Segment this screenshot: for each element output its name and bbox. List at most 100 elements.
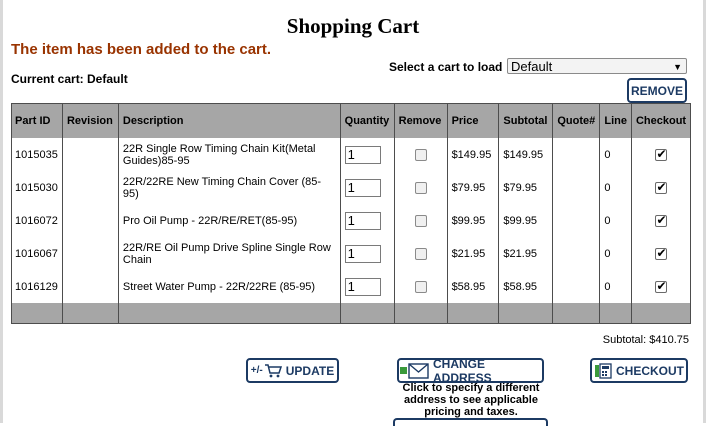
price: $79.95 (446, 171, 499, 204)
cart-glyph (264, 363, 282, 377)
revision (61, 138, 119, 171)
checkout-cell: ✔ (630, 171, 691, 204)
checkout-cell: ✔ (630, 270, 691, 303)
remove-cell (393, 138, 448, 171)
column-header: Checkout (630, 103, 691, 138)
remove-cell (393, 270, 448, 303)
remove-cell (393, 237, 448, 270)
quantity-cell (339, 171, 395, 204)
column-header: Line (599, 103, 632, 138)
quantity-cell (339, 138, 395, 171)
checkout-checkbox[interactable]: ✔ (655, 214, 668, 227)
checkout-button[interactable]: CHECKOUT (590, 358, 688, 383)
revision (61, 270, 119, 303)
part-id: 1016067 (15, 247, 58, 260)
table-row: 1016072 Pro Oil Pump - 22R/RE/RET(85-95)… (11, 204, 691, 237)
change-address-hint: Click to specify a different address to … (402, 382, 540, 418)
quantity-cell (339, 204, 395, 237)
checkout-label: CHECKOUT (616, 363, 684, 378)
revision (61, 237, 119, 270)
column-header: Price (446, 103, 499, 138)
price: $21.95 (446, 237, 499, 270)
checkout-cell: ✔ (630, 204, 691, 237)
cart-icon: +/- (250, 363, 282, 378)
quote (552, 204, 600, 237)
quantity-input[interactable] (344, 145, 381, 164)
quantity-input[interactable] (344, 244, 381, 263)
line: 0 (599, 138, 632, 171)
part-id: 1015035 (15, 148, 58, 161)
checkout-checkbox[interactable]: ✔ (655, 247, 668, 260)
quote (552, 270, 600, 303)
change-address-label: CHANGE ADDRESS (433, 356, 492, 385)
line: 0 (599, 237, 632, 270)
price: $99.95 (446, 204, 499, 237)
column-header: Description (117, 103, 341, 138)
quote (552, 138, 600, 171)
cart-subtotal: Subtotal: $410.75 (602, 334, 689, 346)
subtotal: $21.95 (498, 237, 553, 270)
quote (552, 237, 600, 270)
remove-checkbox[interactable] (414, 280, 427, 293)
column-header: Revision (61, 103, 119, 138)
table-row: 1015035 22R Single Row Timing Chain Kit(… (11, 138, 691, 171)
quantity-input[interactable] (344, 277, 381, 296)
description: Pro Oil Pump - 22R/RE/RET(85-95) (117, 204, 341, 237)
line: 0 (599, 171, 632, 204)
update-label: UPDATE (285, 363, 335, 378)
cart-table: Part ID Revision Description Quantity Re… (11, 103, 691, 323)
remove-cell (393, 204, 448, 237)
checkout-checkbox[interactable]: ✔ (655, 181, 668, 194)
part-id: 1016129 (15, 280, 58, 293)
dropdown-arrow-icon: ▼ (673, 62, 682, 72)
envelope-icon (399, 362, 429, 379)
subtotal: $58.95 (498, 270, 553, 303)
checkout-checkbox[interactable]: ✔ (655, 280, 668, 293)
cart-select-value: Default (511, 59, 553, 74)
checkout-checkbox[interactable]: ✔ (655, 148, 668, 161)
partial-button-edge (393, 418, 548, 426)
column-header: Remove (393, 103, 448, 138)
revision (61, 171, 119, 204)
current-cart-label: Current cart: Default (11, 72, 128, 86)
quantity-input[interactable] (344, 178, 381, 197)
line: 0 (599, 270, 632, 303)
status-message: The item has been added to the cart. (11, 41, 272, 58)
remove-checkbox[interactable] (414, 181, 427, 194)
update-prefix: +/- (250, 365, 263, 376)
description: 22R/RE Oil Pump Drive Spline Single Row … (117, 237, 341, 270)
remove-checkbox[interactable] (414, 214, 427, 227)
subtotal: $79.95 (498, 171, 553, 204)
description: 22R Single Row Timing Chain Kit(Metal Gu… (117, 138, 341, 171)
part-id: 1016072 (15, 214, 58, 227)
update-button[interactable]: +/- UPDATE (246, 358, 339, 383)
line: 0 (599, 204, 632, 237)
cart-select[interactable]: Default ▼ (507, 58, 687, 74)
calculator-glyph (595, 362, 612, 379)
subtotal: $99.95 (498, 204, 553, 237)
quantity-cell (339, 270, 395, 303)
page-left-edge (0, 0, 3, 423)
change-address-button[interactable]: CHANGE ADDRESS (397, 356, 544, 385)
price: $149.95 (446, 138, 499, 171)
table-row: 1016067 22R/RE Oil Pump Drive Spline Sin… (11, 237, 691, 270)
table-row: 1015030 22R/22RE New Timing Chain Cover … (11, 171, 691, 204)
page-title: Shopping Cart (286, 14, 420, 38)
remove-checkbox[interactable] (414, 148, 427, 161)
table-footer-row (11, 303, 691, 323)
description: Street Water Pump - 22R/22RE (85-95) (117, 270, 341, 303)
column-header: Quote# (552, 103, 600, 138)
cart-select-label: Select a cart to load (389, 60, 503, 74)
remove-checkbox[interactable] (414, 247, 427, 260)
table-row: 1016129 Street Water Pump - 22R/22RE (85… (11, 270, 691, 303)
remove-button[interactable]: REMOVE (627, 78, 687, 103)
quantity-input[interactable] (344, 211, 381, 230)
column-header: Subtotal (498, 103, 553, 138)
column-header: Part ID (11, 103, 63, 138)
description: 22R/22RE New Timing Chain Cover (85-95) (117, 171, 341, 204)
revision (61, 204, 119, 237)
price: $58.95 (446, 270, 499, 303)
column-header: Quantity (339, 103, 395, 138)
table-header-row: Part ID Revision Description Quantity Re… (11, 103, 691, 138)
quote (552, 171, 600, 204)
